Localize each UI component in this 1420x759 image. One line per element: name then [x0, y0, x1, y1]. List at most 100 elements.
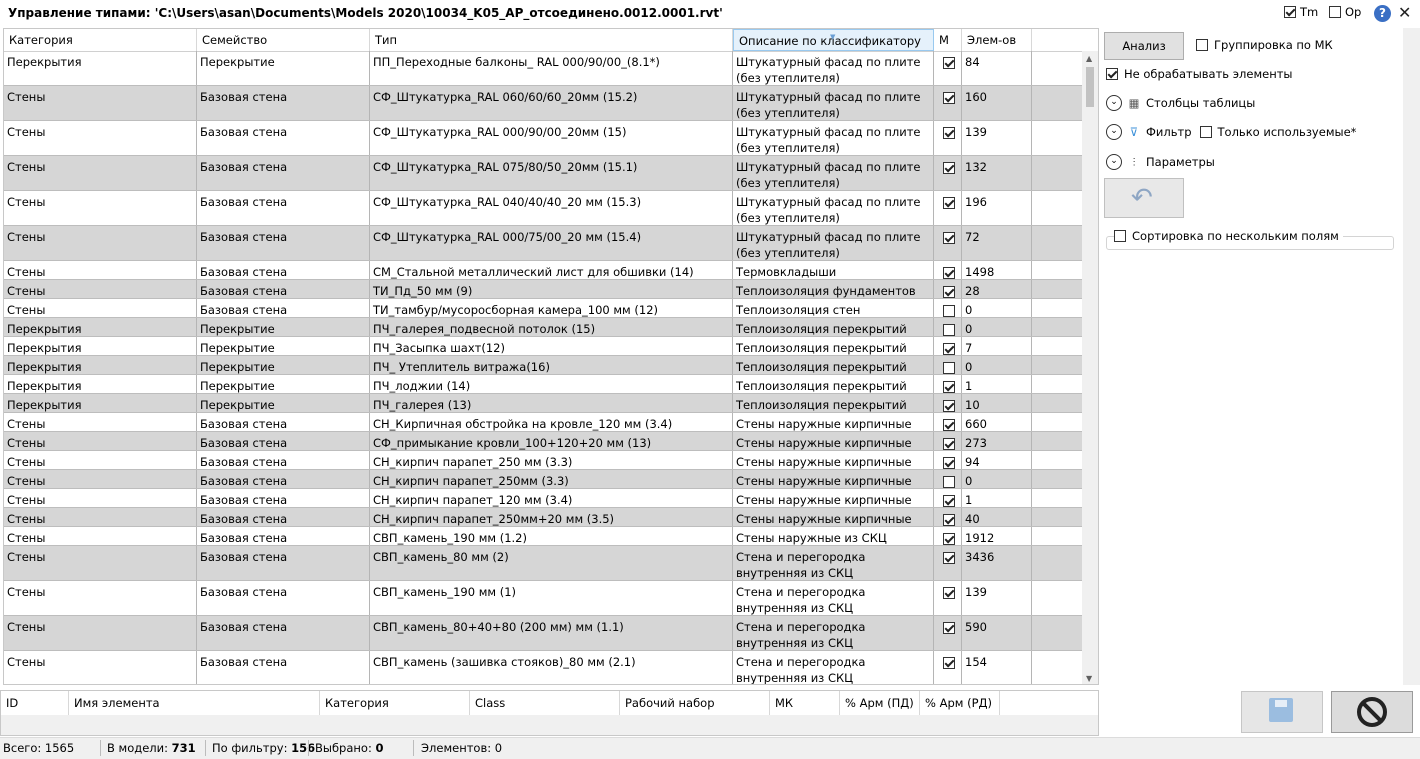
m-checkbox[interactable]	[943, 304, 955, 317]
m-checkbox[interactable]	[943, 56, 955, 69]
cell-m[interactable]	[934, 651, 962, 684]
table-row[interactable]: Стены Базовая стена ТИ_Пд_50 мм (9) Теплоиз…	[4, 280, 1084, 299]
tm-toggle[interactable]: Tm	[1284, 5, 1318, 19]
table-row[interactable]: Стены Базовая стена СФ_Штукатурка_RAL 040/…	[4, 191, 1084, 226]
table-row[interactable]: Стены Базовая стена СМ_Стальной металличес…	[4, 261, 1084, 280]
m-checkbox[interactable]	[943, 342, 955, 355]
m-checkbox[interactable]	[943, 532, 955, 545]
table-row[interactable]: Стены Базовая стена СФ_Штукатурка_RAL 000/…	[4, 226, 1084, 261]
cell-m[interactable]	[934, 527, 962, 545]
m-checkbox[interactable]	[943, 231, 955, 244]
cell-m[interactable]	[934, 191, 962, 225]
table-row[interactable]: Стены Базовая стена СН_кирпич парапет_250м…	[4, 470, 1084, 489]
cell-m[interactable]	[934, 318, 962, 336]
table-row[interactable]: Стены Базовая стена ТИ_тамбур/мусоросборна…	[4, 299, 1084, 318]
m-checkbox[interactable]	[943, 361, 955, 374]
op-toggle[interactable]: Op	[1329, 5, 1361, 19]
m-checkbox[interactable]	[943, 126, 955, 139]
cell-m[interactable]	[934, 261, 962, 279]
m-checkbox[interactable]	[943, 621, 955, 634]
only-used-checkbox[interactable]	[1199, 126, 1212, 138]
subcol-category[interactable]: Категория	[320, 691, 470, 715]
cell-m[interactable]	[934, 86, 962, 120]
no-process-option[interactable]: Не обрабатывать элементы	[1106, 67, 1293, 81]
table-row[interactable]: Стены Базовая стена СФ_Штукатурка_RAL 075/…	[4, 156, 1084, 191]
m-checkbox[interactable]	[943, 456, 955, 469]
m-checkbox[interactable]	[943, 91, 955, 104]
table-row[interactable]: Стены Базовая стена СФ_примыкание кровли_1…	[4, 432, 1084, 451]
chevron-down-icon[interactable]: ⌄	[1106, 154, 1122, 170]
m-checkbox[interactable]	[943, 161, 955, 174]
undo-button[interactable]: ↶	[1104, 178, 1184, 218]
m-checkbox[interactable]	[943, 551, 955, 564]
cell-m[interactable]	[934, 299, 962, 317]
chevron-down-icon[interactable]: ⌄	[1106, 95, 1122, 111]
group-by-mk-option[interactable]: Группировка по МК	[1196, 38, 1333, 52]
subcol-arm-rd[interactable]: % Арм (РД)	[920, 691, 1000, 715]
multi-sort-option[interactable]: Сортировка по нескольким полям	[1114, 229, 1343, 243]
m-checkbox[interactable]	[943, 494, 955, 507]
cell-m[interactable]	[934, 470, 962, 488]
table-row[interactable]: Перекрытия Перекрытие ПЧ_галерея (13) Тепло…	[4, 394, 1084, 413]
table-row[interactable]: Стены Базовая стена СН_кирпич парапет_120 …	[4, 489, 1084, 508]
m-checkbox[interactable]	[943, 586, 955, 599]
m-checkbox[interactable]	[943, 418, 955, 431]
col-header-count[interactable]: Элем-ов	[962, 29, 1032, 51]
col-header-type[interactable]: Тип	[370, 29, 733, 51]
table-row[interactable]: Стены Базовая стена СН_Кирпичная обстройка…	[4, 413, 1084, 432]
scroll-up-icon[interactable]: ▲	[1086, 54, 1092, 63]
col-header-category[interactable]: Категория	[4, 29, 197, 51]
cell-m[interactable]	[934, 337, 962, 355]
table-row[interactable]: Стены Базовая стена СВП_камень (зашивка ст…	[4, 651, 1084, 684]
filter-section[interactable]: ⌄ ⊽ Фильтр Только используемые*	[1106, 124, 1356, 140]
cell-m[interactable]	[934, 546, 962, 580]
cell-m[interactable]	[934, 51, 962, 85]
table-row[interactable]: Стены Базовая стена СФ_Штукатурка_RAL 000/…	[4, 121, 1084, 156]
cell-m[interactable]	[934, 451, 962, 469]
op-checkbox[interactable]	[1329, 6, 1341, 18]
cell-m[interactable]	[934, 394, 962, 412]
cell-m[interactable]	[934, 356, 962, 374]
tm-checkbox[interactable]	[1284, 6, 1296, 18]
table-row[interactable]: Стены Базовая стена СН_кирпич парапет_250м…	[4, 508, 1084, 527]
m-checkbox[interactable]	[943, 266, 955, 279]
m-checkbox[interactable]	[943, 380, 955, 393]
no-process-checkbox[interactable]	[1106, 68, 1118, 80]
m-checkbox[interactable]	[943, 196, 955, 209]
col-header-m[interactable]: M	[934, 29, 962, 51]
cell-m[interactable]	[934, 226, 962, 260]
cell-m[interactable]	[934, 489, 962, 507]
multi-sort-checkbox[interactable]	[1114, 230, 1126, 242]
table-row[interactable]: Стены Базовая стена СВП_камень_80 мм (2) Ст…	[4, 546, 1084, 581]
subcol-id[interactable]: ID	[1, 691, 69, 715]
table-row[interactable]: Перекрытия Перекрытие ПЧ_ Утеплитель витра…	[4, 356, 1084, 375]
subcol-element-name[interactable]: Имя элемента	[69, 691, 320, 715]
m-checkbox[interactable]	[943, 656, 955, 669]
chevron-down-icon[interactable]: ⌄	[1106, 124, 1122, 140]
grid-vertical-scrollbar[interactable]: ▲ ▼	[1082, 51, 1098, 684]
table-row[interactable]: Перекрытия Перекрытие ПЧ_Засыпка шахт(12) Т…	[4, 337, 1084, 356]
help-icon[interactable]: ?	[1374, 5, 1391, 22]
cell-m[interactable]	[934, 413, 962, 431]
cell-m[interactable]	[934, 375, 962, 393]
table-row[interactable]: Стены Базовая стена СВП_камень_80+40+80 (2…	[4, 616, 1084, 651]
col-header-description[interactable]: ▼ Описание по классификатору	[733, 29, 934, 51]
cell-m[interactable]	[934, 581, 962, 615]
cell-m[interactable]	[934, 156, 962, 190]
table-row[interactable]: Стены Базовая стена СВП_камень_190 мм (1) С…	[4, 581, 1084, 616]
subcol-mk[interactable]: МК	[770, 691, 840, 715]
col-header-family[interactable]: Семейство	[197, 29, 370, 51]
scroll-thumb[interactable]	[1086, 67, 1094, 107]
cell-m[interactable]	[934, 121, 962, 155]
subcol-workset[interactable]: Рабочий набор	[620, 691, 770, 715]
close-icon[interactable]: ✕	[1398, 3, 1411, 22]
cell-m[interactable]	[934, 616, 962, 650]
table-row[interactable]: Перекрытия Перекрытие ПЧ_галерея_подвесной…	[4, 318, 1084, 337]
panel-scrollbar[interactable]	[1403, 28, 1420, 685]
elements-grid-scrollbar[interactable]	[1, 715, 1098, 735]
m-checkbox[interactable]	[943, 513, 955, 526]
m-checkbox[interactable]	[943, 475, 955, 488]
m-checkbox[interactable]	[943, 323, 955, 336]
cell-m[interactable]	[934, 508, 962, 526]
m-checkbox[interactable]	[943, 285, 955, 298]
